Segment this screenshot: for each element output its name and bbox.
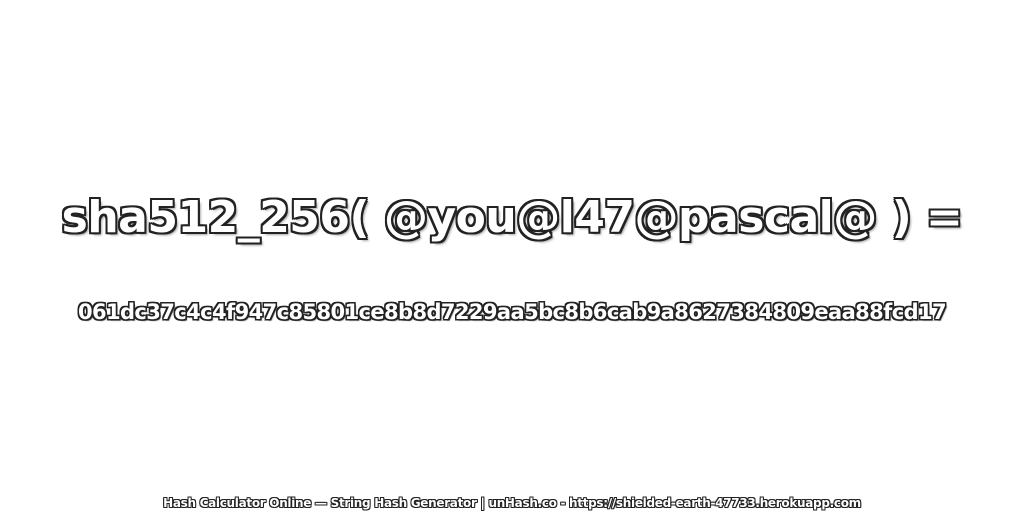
hash-expression: sha512_256( @you@l47@pascal@ ) =: [61, 192, 963, 243]
hash-result: 061dc37c4c4f947c85801ce8b8d7229aa5bc8b6c…: [77, 300, 947, 324]
footer-credit: Hash Calculator Online — String Hash Gen…: [163, 496, 861, 510]
hash-image-canvas: sha512_256( @you@l47@pascal@ ) = 061dc37…: [0, 0, 1024, 512]
